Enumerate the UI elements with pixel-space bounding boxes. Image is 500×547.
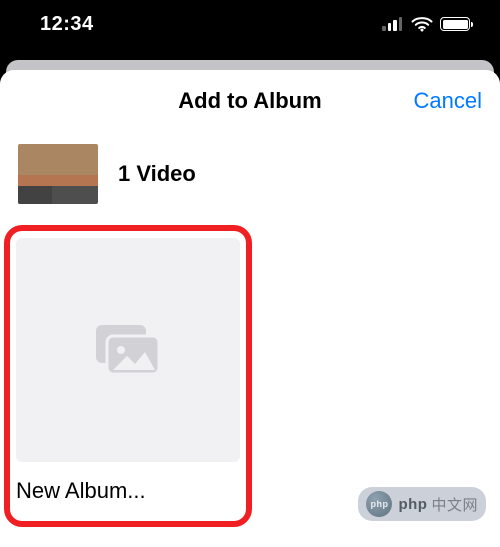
sheet-title: Add to Album [178, 88, 321, 114]
status-icons [382, 16, 470, 32]
watermark-brand-rest: 中文网 [431, 494, 478, 515]
new-album-label: New Album... [16, 478, 240, 504]
watermark-badge: php php 中文网 [358, 487, 486, 521]
cancel-button[interactable]: Cancel [414, 70, 482, 132]
wifi-icon [411, 16, 433, 32]
album-placeholder-icon [95, 324, 161, 376]
watermark-logo-icon: php [366, 491, 392, 517]
sheet-header: Add to Album Cancel [0, 70, 500, 132]
new-album-artwork [16, 238, 240, 462]
new-album-tile[interactable]: New Album... [16, 238, 240, 504]
add-to-album-sheet: Add to Album Cancel 1 Video New Album...… [0, 70, 500, 547]
watermark-brand-bold: php [398, 496, 427, 513]
clock-time: 12:34 [40, 13, 94, 36]
selection-count-label: 1 Video [118, 161, 196, 187]
battery-icon [440, 17, 470, 31]
selected-video-thumbnail [18, 144, 98, 204]
status-bar: 12:34 [0, 0, 500, 54]
cellular-signal-icon [382, 17, 404, 31]
selection-summary: 1 Video [0, 132, 500, 226]
